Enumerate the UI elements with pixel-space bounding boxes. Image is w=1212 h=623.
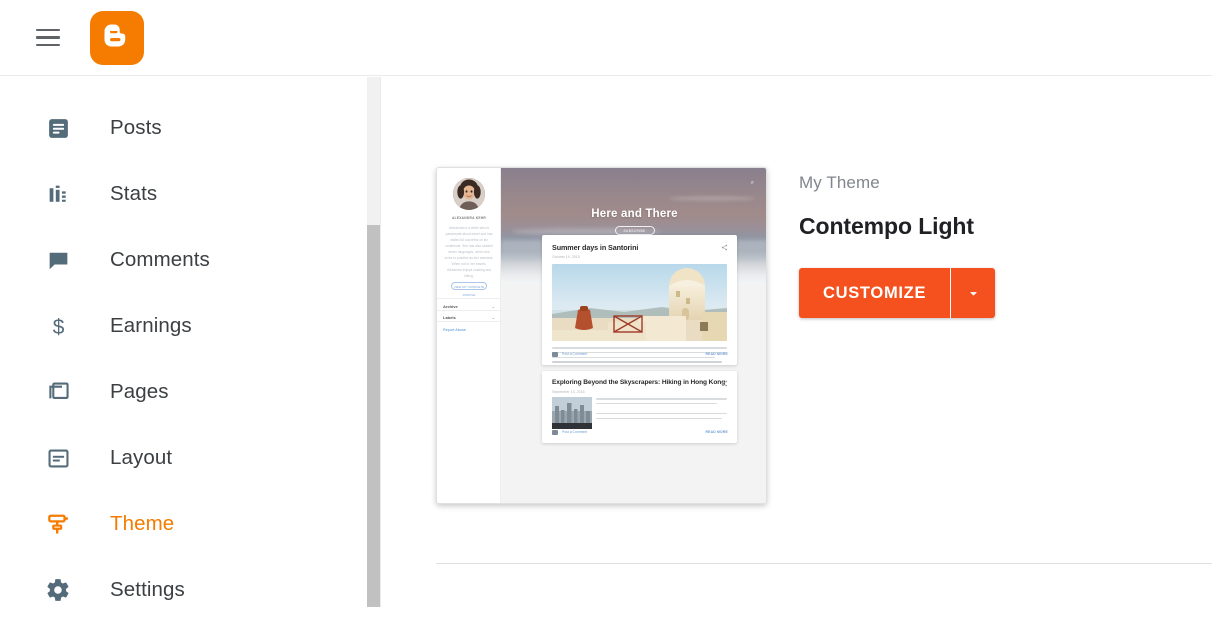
- preview-profile-button-label: VIEW MY COMPLETE PROFILE: [453, 285, 485, 297]
- preview-widget-label: Labels: [443, 315, 456, 320]
- sidebar-scrollbar-thumb[interactable]: [367, 225, 380, 607]
- preview-post-readmore: READ MORE: [705, 352, 728, 356]
- paint-roller-icon: [44, 510, 72, 538]
- hamburger-menu-icon[interactable]: [26, 16, 70, 60]
- dollar-icon: $: [44, 312, 72, 340]
- svg-text:$: $: [52, 315, 64, 338]
- chevron-down-icon: ⌄: [491, 304, 495, 309]
- preview-profile-avatar: [453, 178, 485, 210]
- preview-post-card: Summer days in Santorini October 19, 201…: [542, 235, 737, 365]
- text-line: [552, 361, 722, 363]
- comments-icon: [44, 246, 72, 274]
- left-navigation-sidebar: Posts Stats Comments $ Earnings Pages La…: [0, 77, 367, 607]
- gear-icon: [44, 576, 72, 604]
- sidebar-item-label: Settings: [110, 578, 185, 601]
- comment-icon: [552, 352, 558, 357]
- customize-button[interactable]: CUSTOMIZE: [799, 268, 951, 318]
- preview-post-readmore: READ MORE: [705, 430, 728, 434]
- posts-icon: [44, 114, 72, 142]
- sidebar-item-settings[interactable]: Settings: [0, 557, 367, 623]
- customize-button-group: CUSTOMIZE: [799, 268, 996, 318]
- preview-divider: [437, 321, 501, 322]
- share-icon: [721, 244, 728, 253]
- preview-report-abuse-link: Report Abuse: [443, 328, 467, 332]
- text-line: [596, 398, 727, 400]
- stats-icon: [44, 180, 72, 208]
- text-line: [552, 347, 727, 349]
- preview-divider: [437, 310, 501, 311]
- search-icon: ⌕: [750, 180, 754, 186]
- my-theme-label: My Theme: [799, 173, 880, 192]
- preview-profile-button: VIEW MY COMPLETE PROFILE: [451, 282, 487, 297]
- preview-profile-bio: Alexandra is a writer who is passionate …: [444, 226, 494, 278]
- pages-icon: [44, 378, 72, 406]
- hamburger-bar: [36, 28, 60, 32]
- preview-post-excerpt: [596, 398, 727, 422]
- preview-divider: [437, 298, 501, 299]
- sidebar-item-label: Layout: [110, 446, 173, 469]
- preview-post-card: Exploring Beyond the Skyscrapers: Hiking…: [542, 371, 737, 443]
- preview-subscribe-button: SUBSCRIBE: [614, 226, 655, 235]
- sidebar-item-theme[interactable]: Theme: [0, 491, 367, 557]
- preview-widget-archive: Archive ⌄: [443, 304, 495, 309]
- sidebar-item-label: Pages: [110, 380, 169, 403]
- preview-widget-label: Archive: [443, 304, 458, 309]
- preview-post-title: Exploring Beyond the Skyscrapers: Hiking…: [552, 379, 726, 386]
- top-app-bar: [0, 0, 1212, 76]
- comment-icon: [552, 430, 558, 435]
- sidebar-item-label: Theme: [110, 512, 175, 535]
- sidebar-item-pages[interactable]: Pages: [0, 359, 367, 425]
- hero-cloud: [669, 196, 755, 201]
- share-icon: [721, 380, 728, 389]
- preview-post-date: September 13, 2015: [552, 390, 585, 394]
- layout-icon: [44, 444, 72, 472]
- preview-widget-labels: Labels ⌄: [443, 315, 495, 320]
- sidebar-item-label: Posts: [110, 116, 162, 139]
- content-divider: [436, 563, 1212, 564]
- preview-post-footer: Post a Comment READ MORE: [552, 351, 728, 358]
- chevron-down-icon: [969, 291, 977, 296]
- sidebar-item-posts[interactable]: Posts: [0, 95, 367, 161]
- preview-post-comment-link: Post a Comment: [562, 430, 588, 434]
- text-line: [596, 402, 717, 405]
- text-line: [596, 417, 722, 420]
- preview-post-image: [552, 397, 592, 429]
- sidebar-item-label: Comments: [110, 248, 210, 271]
- preview-blog-sidebar: ALEXANDRA KEHR Alexandra is a writer who…: [437, 168, 501, 503]
- sidebar-item-label: Stats: [110, 182, 158, 205]
- main-content-area: ALEXANDRA KEHR Alexandra is a writer who…: [381, 77, 1212, 607]
- hamburger-bar: [36, 36, 60, 39]
- preview-post-footer: Post a Comment READ MORE: [552, 429, 728, 436]
- sidebar-item-label: Earnings: [110, 314, 192, 337]
- theme-preview-thumbnail[interactable]: ALEXANDRA KEHR Alexandra is a writer who…: [436, 167, 767, 504]
- sidebar-item-layout[interactable]: Layout: [0, 425, 367, 491]
- preview-blog-title: Here and There: [591, 208, 678, 220]
- preview-profile-name: ALEXANDRA KEHR: [451, 216, 486, 220]
- preview-post-title: Summer days in Santorini: [552, 243, 639, 252]
- sidebar-item-stats[interactable]: Stats: [0, 161, 367, 227]
- hamburger-bar: [36, 43, 60, 47]
- text-line: [596, 412, 727, 415]
- theme-info-panel: My Theme Contempo Light CUSTOMIZE: [799, 173, 1159, 318]
- preview-post-image: [552, 264, 727, 341]
- theme-name: Contempo Light: [799, 213, 974, 239]
- customize-dropdown-button[interactable]: [951, 268, 996, 318]
- chevron-down-icon: ⌄: [491, 315, 495, 320]
- blogger-logo-icon[interactable]: [90, 10, 144, 65]
- sidebar-item-comments[interactable]: Comments: [0, 227, 367, 293]
- preview-post-comment-link: Post a Comment: [562, 352, 588, 356]
- preview-post-date: October 19, 2015: [552, 255, 580, 259]
- sidebar-item-earnings[interactable]: $ Earnings: [0, 293, 367, 359]
